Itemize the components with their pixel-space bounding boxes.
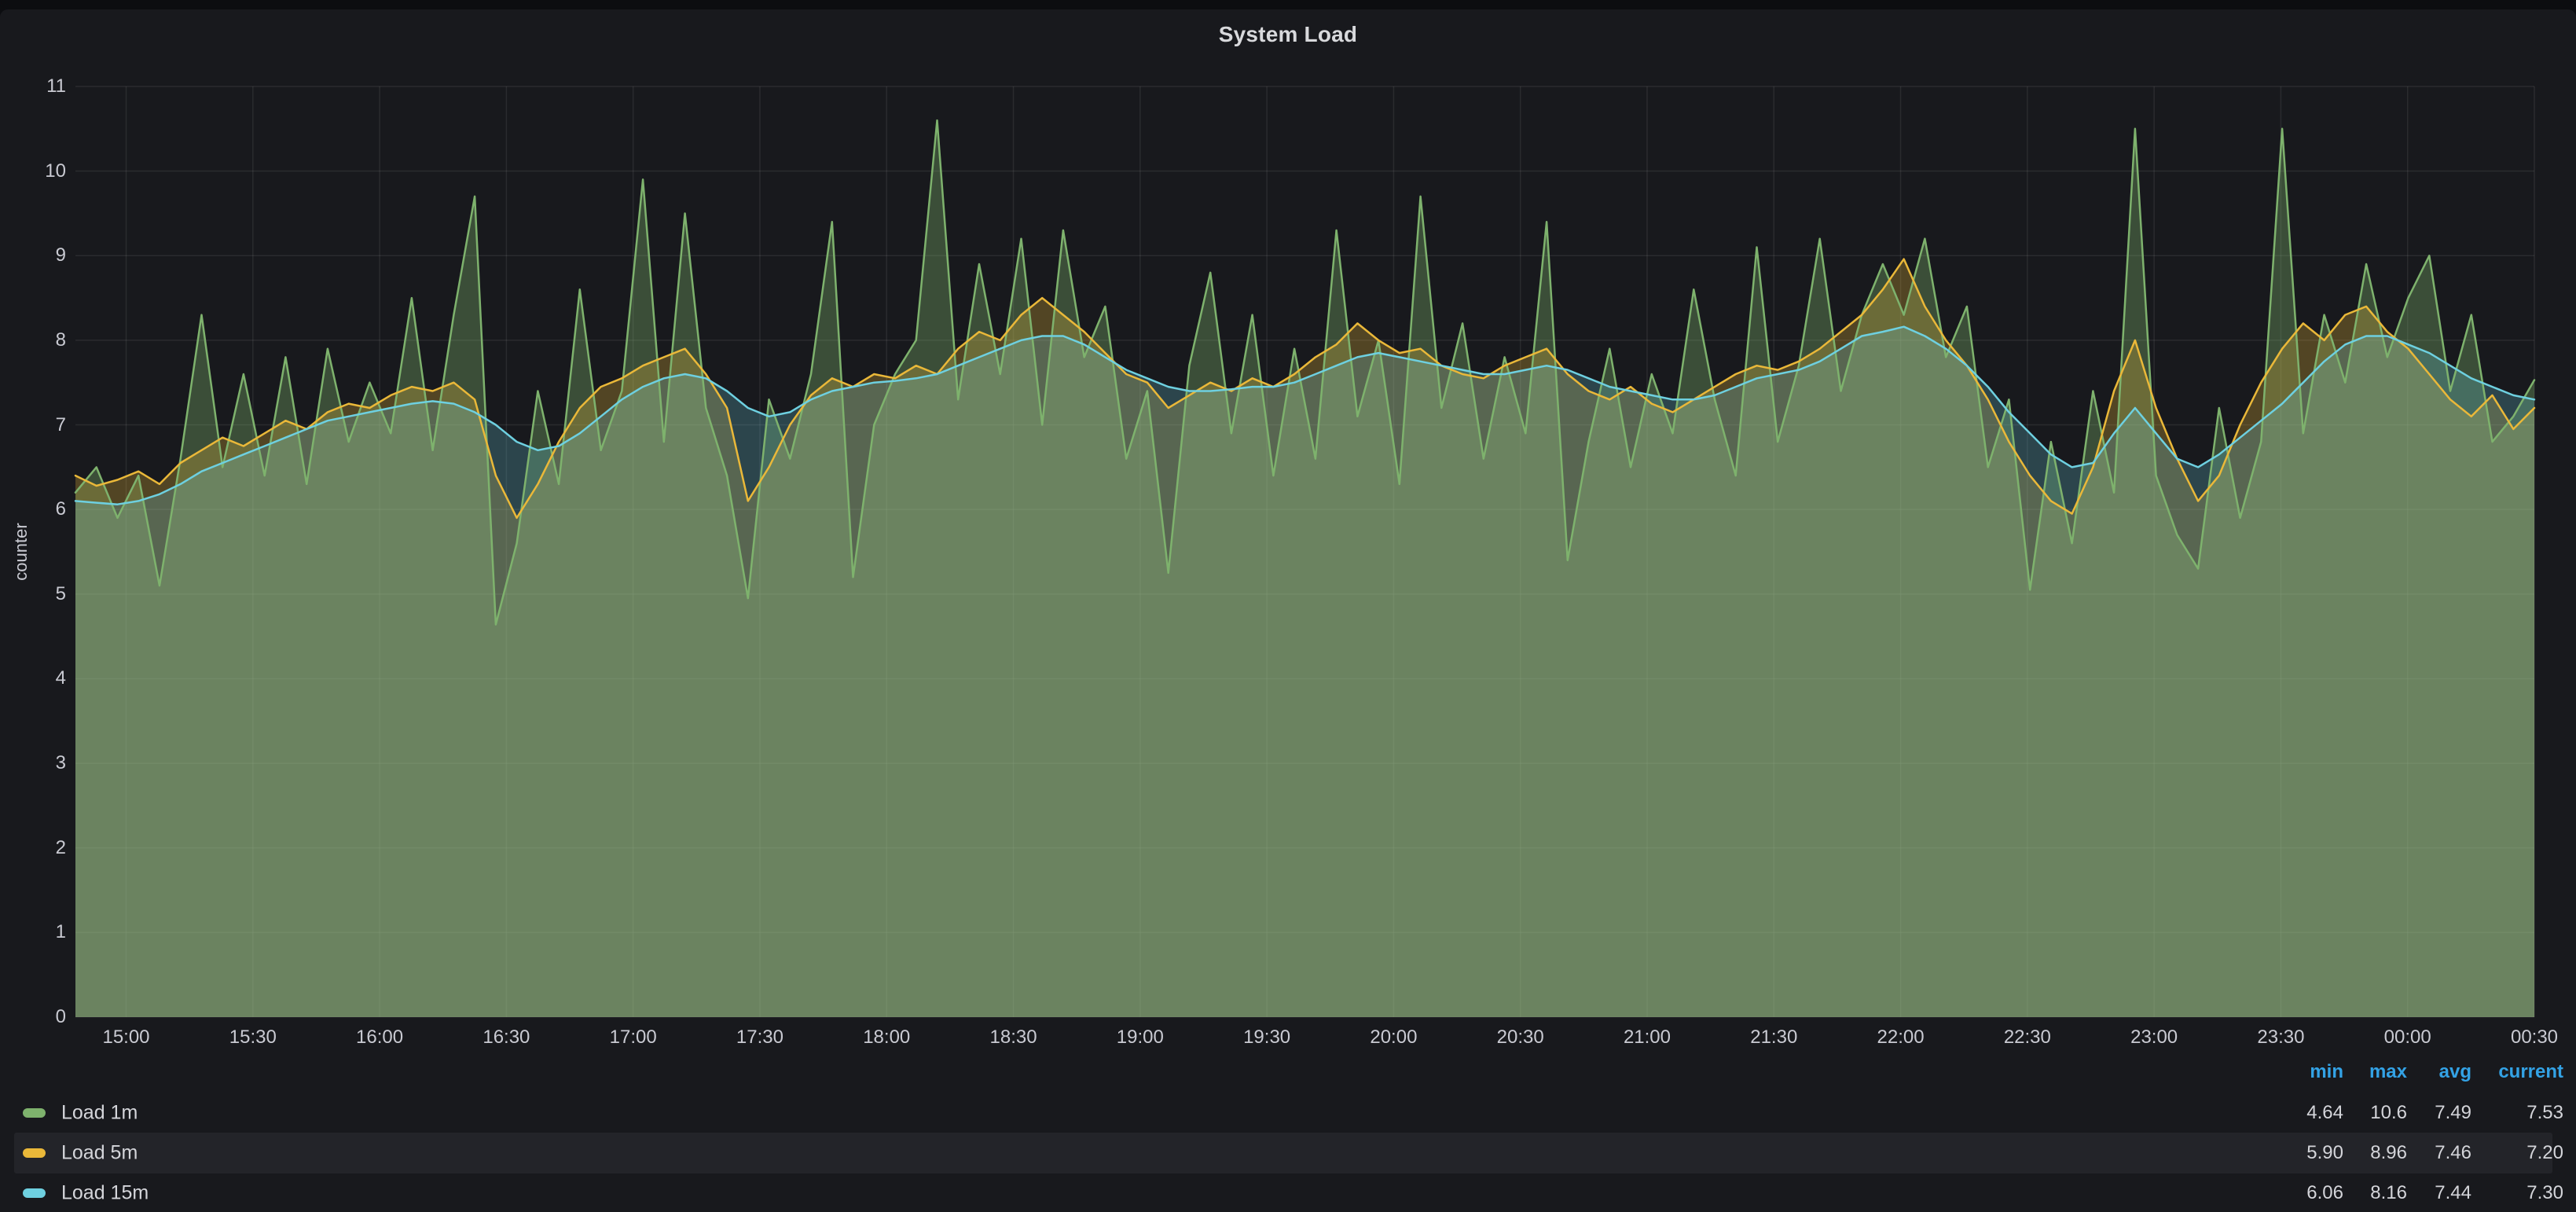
x-tick-label: 18:00 [839,1027,934,1049]
y-tick-label: 4 [3,668,66,689]
legend-row-load-1m: Load 1m4.6410.67.497.53 [0,1093,2576,1133]
y-tick-label: 9 [3,245,66,266]
x-tick-label: 15:30 [206,1027,300,1049]
x-tick-label: 23:30 [2233,1027,2328,1049]
legend-series-label[interactable]: Load 1m [61,1102,138,1125]
y-tick-label: 10 [3,161,66,182]
y-tick-label: 2 [3,838,66,858]
x-tick-label: 22:30 [1980,1027,2075,1049]
x-tick-label: 21:00 [1600,1027,1694,1049]
x-tick-label: 20:30 [1473,1027,1568,1049]
y-tick-label: 3 [3,753,66,773]
y-tick-label: 8 [3,330,66,351]
legend-swatch-load-1m[interactable] [23,1108,46,1118]
legend-swatch-load-15m[interactable] [23,1188,46,1198]
y-tick-label: 7 [3,415,66,435]
legend-stat-current: 7.20 [2446,1142,2563,1164]
y-tick-label: 0 [3,1007,66,1027]
legend-swatch-load-5m[interactable] [23,1148,46,1158]
x-tick-label: 19:00 [1093,1027,1187,1049]
legend-row-highlight [14,1133,2552,1173]
x-tick-label: 21:30 [1727,1027,1821,1049]
x-tick-label: 16:00 [332,1027,427,1049]
legend-row-load-5m: Load 5m5.908.967.467.20 [0,1133,2576,1173]
x-tick-label: 22:00 [1854,1027,1948,1049]
x-tick-label: 17:30 [713,1027,807,1049]
legend-series-label[interactable]: Load 5m [61,1142,138,1165]
x-tick-label: 23:00 [2107,1027,2201,1049]
legend-series-label[interactable]: Load 15m [61,1182,149,1205]
x-tick-label: 19:30 [1220,1027,1314,1049]
legend-header: minmaxavgcurrent [0,1050,2576,1082]
y-tick-label: 5 [3,584,66,604]
legend-row-load-15m: Load 15m6.068.167.447.30 [0,1173,2576,1212]
x-tick-label: 15:00 [79,1027,174,1049]
x-tick-label: 18:30 [967,1027,1061,1049]
x-tick-label: 16:30 [459,1027,553,1049]
grafana-panel-page: System Load counter 01234567891011 15:00… [0,0,2576,1212]
legend-stat-current: 7.30 [2446,1182,2563,1204]
y-tick-label: 6 [3,499,66,520]
legend: minmaxavgcurrentLoad 1m4.6410.67.497.53L… [0,1050,2576,1212]
x-tick-label: 17:00 [586,1027,681,1049]
x-tick-label: 00:00 [2361,1027,2455,1049]
x-tick-label: 00:30 [2487,1027,2576,1049]
y-tick-label: 11 [3,76,66,97]
y-tick-label: 1 [3,922,66,942]
legend-stat-current: 7.53 [2446,1102,2563,1124]
x-tick-label: 20:00 [1346,1027,1440,1049]
legend-header-current[interactable]: current [2446,1061,2563,1083]
